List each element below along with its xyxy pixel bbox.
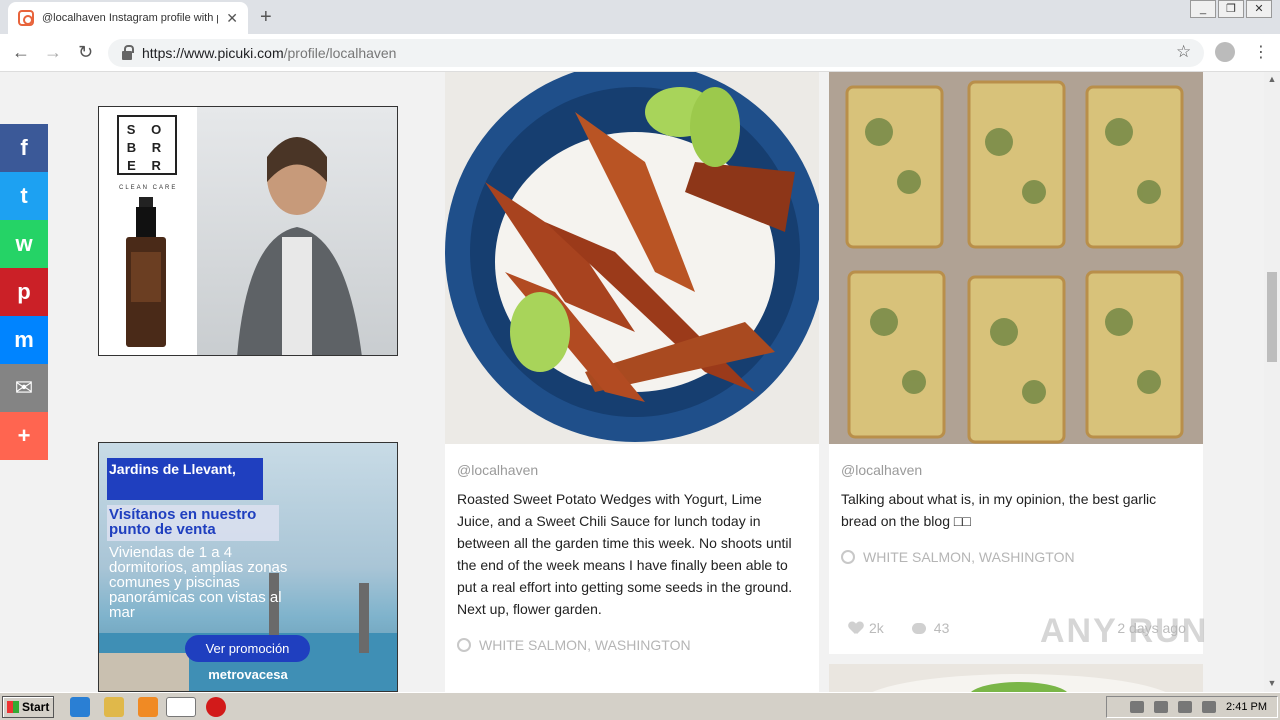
post-username[interactable]: @localhaven [841, 462, 922, 478]
close-tab-icon[interactable]: ✕ [226, 10, 238, 27]
browser-toolbar: ← → ↻ https://www.picuki.com/profile/loc… [0, 34, 1280, 72]
post-image[interactable] [445, 72, 819, 444]
browser-tab[interactable]: @localhaven Instagram profile with p ✕ [8, 2, 248, 34]
globe-icon [841, 550, 855, 564]
post-caption: Talking about what is, in my opinion, th… [841, 491, 1157, 529]
windows-logo-icon [7, 701, 19, 713]
restore-button[interactable]: ❐ [1218, 0, 1244, 18]
ad-subheadline: Visítanos en nuestro punto de venta [107, 505, 279, 541]
page-scrollbar[interactable]: ▲ ▼ [1264, 72, 1280, 692]
ad-banner-metrovacesa[interactable]: Jardins de Llevant, Visítanos en nuestro… [98, 442, 398, 692]
instagram-icon [18, 10, 34, 26]
more-share-button[interactable]: + [0, 412, 48, 460]
post-location[interactable]: WHITE SALMON, WASHINGTON [457, 637, 691, 653]
scroll-up-arrow-icon[interactable]: ▲ [1264, 74, 1280, 84]
post-image [872, 674, 1166, 692]
ie-icon[interactable] [70, 697, 90, 717]
tab-title: @localhaven Instagram profile with p [42, 12, 219, 24]
ad-banner-sober[interactable]: S OB RE R CLEAN CARE [98, 106, 398, 356]
browser-menu-icon[interactable]: ⋮ [1253, 42, 1269, 62]
whatsapp-share-button[interactable]: w [0, 220, 48, 268]
address-bar[interactable]: https://www.picuki.com/profile/localhave… [108, 39, 1204, 67]
scroll-down-arrow-icon[interactable]: ▼ [1264, 678, 1280, 688]
anyrun-watermark: ANY RUN [1040, 612, 1209, 650]
window-controls: _ ❐ ✕ [1188, 0, 1272, 18]
scrollbar-thumb[interactable] [1267, 272, 1277, 362]
product-bottle-image [126, 197, 166, 347]
location-text: WHITE SALMON, WASHINGTON [863, 549, 1075, 565]
ver-promocion-button[interactable]: Ver promoción [185, 635, 310, 662]
likes-count: 2k [869, 620, 884, 636]
post-caption: Roasted Sweet Potato Wedges with Yogurt,… [457, 491, 793, 617]
post-location[interactable]: WHITE SALMON, WASHINGTON [841, 549, 1075, 565]
url-text: https://www.picuki.com/profile/localhave… [142, 45, 397, 61]
ad-headline: Jardins de Llevant, [107, 458, 263, 500]
browser-titlebar: @localhaven Instagram profile with p ✕ +… [0, 0, 1280, 34]
messenger-share-button[interactable]: m [0, 316, 48, 364]
media-player-icon[interactable] [138, 697, 158, 717]
ad-description: Viviendas de 1 a 4 dormitorios, amplias … [109, 544, 288, 621]
chrome-taskbar-button[interactable] [166, 697, 196, 717]
minimize-button[interactable]: _ [1190, 0, 1216, 18]
globe-icon [457, 638, 471, 652]
comment-icon [911, 622, 926, 634]
share-sidebar: f t w p m ✉ + [0, 124, 48, 460]
clock: 2:41 PM [1226, 701, 1267, 713]
post-card[interactable] [829, 664, 1203, 692]
heart-icon [849, 622, 863, 634]
back-button[interactable]: ← [12, 42, 30, 63]
post-image[interactable] [829, 72, 1203, 444]
network-icon[interactable] [1178, 701, 1193, 713]
folder-icon[interactable] [104, 697, 124, 717]
location-text: WHITE SALMON, WASHINGTON [479, 637, 691, 653]
reload-button[interactable]: ↻ [78, 42, 93, 63]
new-tab-button[interactable]: + [260, 6, 272, 29]
post-card[interactable]: @localhaven Roasted Sweet Potato Wedges … [445, 72, 819, 692]
tray-up-arrow-icon[interactable] [1130, 701, 1145, 713]
close-window-button[interactable]: ✕ [1246, 0, 1272, 18]
pinterest-share-button[interactable]: p [0, 268, 48, 316]
volume-icon[interactable] [1154, 701, 1169, 713]
sober-logo: S OB RE R [117, 115, 177, 175]
post-card[interactable]: @localhaven Talking about what is, in my… [829, 72, 1203, 654]
facebook-share-button[interactable]: f [0, 124, 48, 172]
post-username[interactable]: @localhaven [457, 462, 538, 478]
bookmark-star-icon[interactable]: ☆ [1176, 42, 1191, 62]
forward-button[interactable]: → [44, 42, 62, 63]
model-photo [197, 107, 397, 355]
system-tray: 2:41 PM [1106, 696, 1278, 718]
antivirus-icon[interactable] [206, 697, 226, 717]
page-content: S OB RE R CLEAN CARE Jardins de Llevant,… [0, 72, 1264, 692]
windows-taskbar: Start 2:41 PM [0, 692, 1280, 720]
profile-avatar[interactable] [1215, 42, 1235, 62]
twitter-share-button[interactable]: t [0, 172, 48, 220]
lock-icon [122, 44, 134, 60]
comments-count: 43 [933, 620, 950, 636]
ad-brand: metrovacesa [208, 667, 288, 682]
start-button[interactable]: Start [2, 696, 54, 718]
flag-icon[interactable] [1202, 701, 1217, 713]
email-share-button[interactable]: ✉ [0, 364, 48, 412]
ad-tagline: CLEAN CARE [119, 185, 178, 191]
